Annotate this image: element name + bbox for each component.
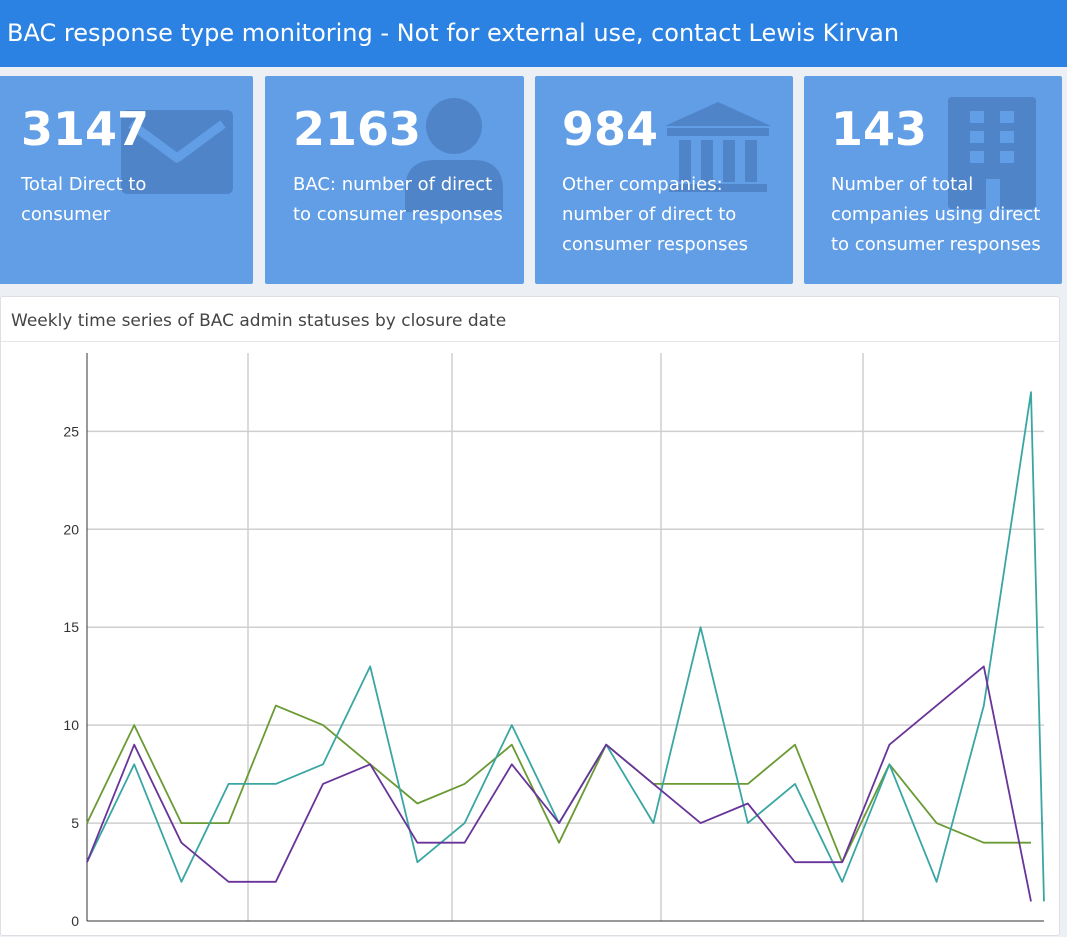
valuebox-number: 143 [831,106,927,152]
app-header: BAC response type monitoring - Not for e… [0,0,1067,67]
valuebox-label: Total Direct to consumer [21,170,235,230]
valuebox-label: Other companies: number of direct to con… [562,170,775,260]
y-tick-label: 15 [63,619,79,635]
valuebox-companies-dtc: 143 Number of total companies using dire… [804,76,1062,284]
y-tick-label: 5 [71,815,79,831]
valuebox-label: BAC: number of direct to consumer respon… [293,170,506,230]
app-title: BAC response type monitoring - Not for e… [7,19,899,47]
valuebox-other-dtc: 984 Other companies: number of direct to… [535,76,793,284]
y-tick-label: 0 [71,913,79,929]
line-chart: 0 5 10 15 20 25 [1,297,1061,937]
valuebox-total-dtc: 3147 Total Direct to consumer [0,76,253,284]
valuebox-number: 984 [562,106,658,152]
valuebox-number: 2163 [293,106,421,152]
series-line-2 [87,392,1044,901]
valuebox-label: Number of total companies using direct t… [831,170,1044,260]
valuebox-number: 3147 [21,106,149,152]
y-tick-label: 25 [63,423,79,439]
y-tick-label: 20 [63,521,79,537]
chart-panel: Weekly time series of BAC admin statuses… [0,296,1060,936]
y-tick-label: 10 [63,717,79,733]
valuebox-bac-dtc: 2163 BAC: number of direct to consumer r… [265,76,524,284]
